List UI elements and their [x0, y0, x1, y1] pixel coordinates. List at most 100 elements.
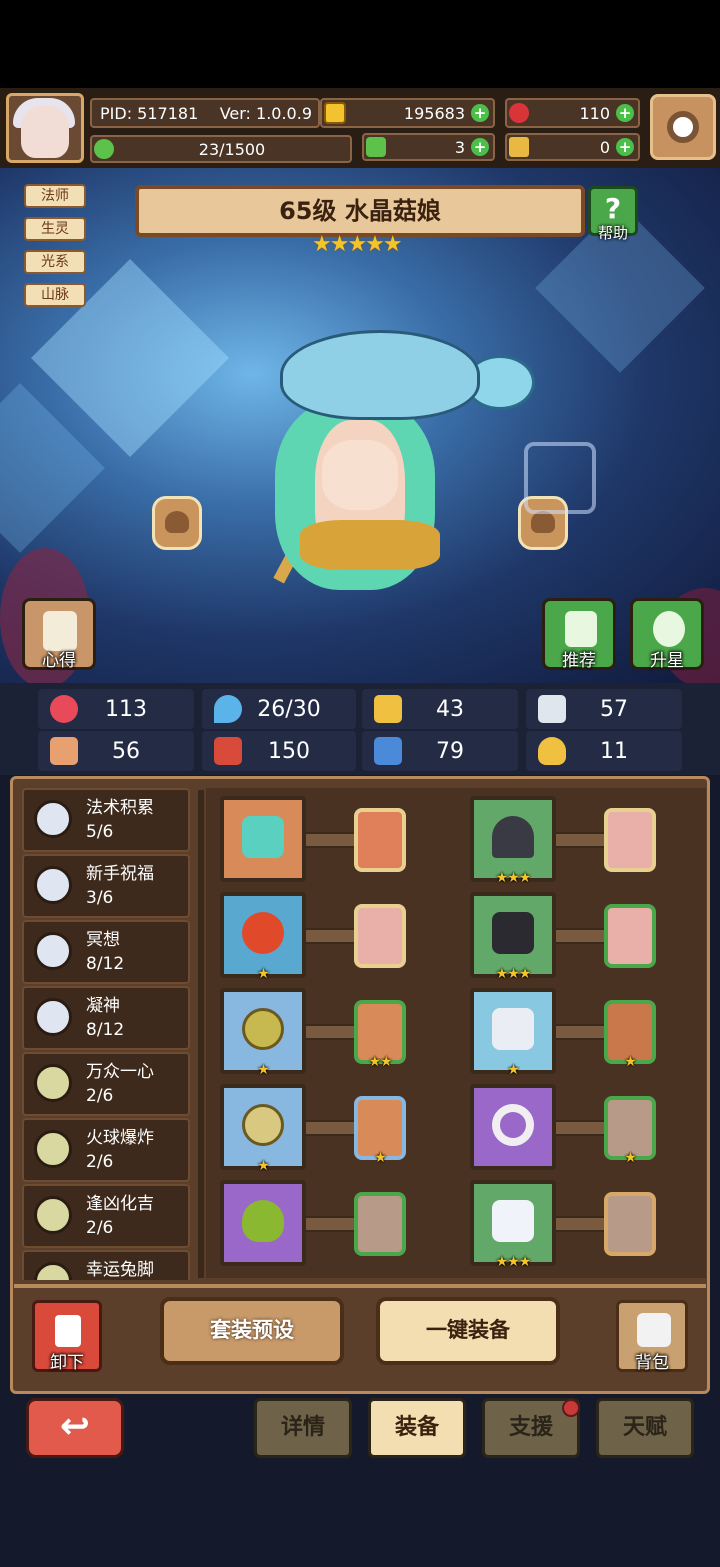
- equip-card[interactable]: [604, 904, 656, 968]
- skill-item[interactable]: 新手祝福 3/6: [22, 854, 190, 918]
- skill-icon: [34, 1262, 72, 1280]
- necklace-icon: [242, 1008, 284, 1050]
- tab-talent[interactable]: 天赋: [596, 1398, 694, 1458]
- gold-coin-icon: [324, 102, 346, 124]
- character-hat: [280, 330, 480, 420]
- arrow-down-icon: [55, 1315, 81, 1347]
- question-icon: ?: [604, 192, 622, 225]
- equip-slot-boots[interactable]: ★: [470, 988, 556, 1078]
- equip-card[interactable]: ★: [604, 1000, 656, 1070]
- recommend-button[interactable]: 推荐: [542, 598, 616, 671]
- equip-card[interactable]: ★★: [354, 1000, 406, 1070]
- return-arrow-icon: ↩: [59, 1406, 91, 1447]
- skill-icon: [34, 800, 72, 838]
- heart-coin-icon: [531, 511, 555, 533]
- back-button[interactable]: ↩: [26, 1398, 124, 1458]
- skill-icon: [34, 866, 72, 904]
- backpack-icon: [637, 1313, 671, 1347]
- status-area: [0, 0, 720, 88]
- panel-separator: [14, 1284, 706, 1288]
- skill-item[interactable]: 万众一心 2/6: [22, 1052, 190, 1116]
- character-skirt: [300, 520, 440, 570]
- scroll-icon: [43, 611, 77, 651]
- tag-class[interactable]: 法师: [24, 184, 86, 208]
- version-text: Ver: 1.0.0.9: [219, 103, 312, 123]
- key-value: 0: [599, 137, 610, 157]
- pid-bar: PID: 517181 Ver: 1.0.0.9: [90, 98, 320, 128]
- notification-dot: [562, 1399, 580, 1417]
- equip-slot-wand[interactable]: [220, 796, 306, 882]
- help-label: 帮助: [597, 224, 628, 242]
- heart-coin-icon: [165, 511, 189, 533]
- clover-exp-icon: [94, 139, 114, 159]
- star-up-button[interactable]: 升星: [630, 598, 704, 671]
- fire-orb-icon: [242, 912, 284, 954]
- boots-icon: [492, 1008, 534, 1050]
- skill-item[interactable]: 法术积累 5/6: [22, 788, 190, 852]
- skill-icon: [34, 998, 72, 1036]
- gem-add-icon[interactable]: +: [616, 104, 634, 122]
- skill-icon: [34, 1196, 72, 1234]
- equip-slot-orb[interactable]: ★: [220, 892, 306, 982]
- equip-slot-coin[interactable]: ★: [220, 1084, 306, 1174]
- equip-slot-shoes[interactable]: ★★★: [470, 1180, 556, 1270]
- tag-terrain[interactable]: 山脉: [24, 283, 86, 307]
- prev-hero-button[interactable]: [152, 496, 202, 550]
- green-gem-icon: [242, 1200, 284, 1242]
- unload-button[interactable]: 卸下: [32, 1300, 102, 1373]
- gear-icon: [667, 111, 699, 143]
- witch-hat-icon: [492, 816, 534, 858]
- equip-slot-gem[interactable]: [220, 1180, 306, 1266]
- tag-element[interactable]: 光系: [24, 250, 86, 274]
- skill-item[interactable]: 逢凶化吉 2/6: [22, 1184, 190, 1248]
- settings-button[interactable]: [650, 94, 716, 160]
- auto-equip-button[interactable]: 一键装备: [376, 1297, 560, 1365]
- hero-star-rating: ★★★★★: [312, 232, 403, 257]
- equip-card[interactable]: [604, 1192, 656, 1256]
- stat-speed: 57: [526, 689, 682, 729]
- equip-card[interactable]: [604, 808, 656, 872]
- equip-card[interactable]: ★: [604, 1096, 656, 1166]
- clover-value: 3: [454, 137, 465, 157]
- preset-button[interactable]: 套装预设: [160, 1297, 344, 1365]
- pid-text: PID: 517181: [100, 103, 199, 123]
- equip-slot-hat[interactable]: ★★★: [470, 796, 556, 886]
- tag-race[interactable]: 生灵: [24, 217, 86, 241]
- skill-item[interactable]: 火球爆炸 2/6: [22, 1118, 190, 1182]
- tab-details[interactable]: 详情: [254, 1398, 352, 1458]
- key-bar: 0 +: [505, 133, 640, 161]
- equip-slot-ring[interactable]: [470, 1084, 556, 1170]
- hero-title: 65级 水晶菇娘: [135, 185, 585, 237]
- skill-list[interactable]: 法术积累 5/6 新手祝福 3/6 冥想 8/12 凝神 8/12 万众一心 2/6 火球…: [22, 788, 192, 1280]
- recommend-label: 推荐: [562, 651, 596, 671]
- gold-bar: 195683 +: [320, 98, 495, 128]
- skill-item[interactable]: 幸运兔脚: [22, 1250, 190, 1280]
- clover-icon: [366, 137, 386, 157]
- skill-icon: [34, 932, 72, 970]
- equip-slot-armor[interactable]: ★★★: [470, 892, 556, 982]
- equip-slot-necklace[interactable]: ★: [220, 988, 306, 1078]
- shoes-icon: [492, 1200, 534, 1242]
- equip-card[interactable]: ★: [354, 1096, 406, 1166]
- thumbs-up-icon: [565, 611, 597, 647]
- skill-icon: [34, 1064, 72, 1102]
- bag-button[interactable]: 背包: [616, 1300, 688, 1373]
- skill-item[interactable]: 凝神 8/12: [22, 986, 190, 1050]
- equip-card[interactable]: [354, 1192, 406, 1256]
- stat-magic: 150: [202, 731, 356, 771]
- equip-card[interactable]: [354, 904, 406, 968]
- insight-button[interactable]: 心得: [22, 598, 96, 671]
- gold-add-icon[interactable]: +: [471, 104, 489, 122]
- skill-icon: [34, 1130, 72, 1168]
- gem-value: 110: [579, 103, 610, 123]
- clover-add-icon[interactable]: +: [471, 138, 489, 156]
- key-add-icon[interactable]: +: [616, 138, 634, 156]
- skill-item[interactable]: 冥想 8/12: [22, 920, 190, 984]
- tab-equip[interactable]: 装备: [368, 1398, 466, 1458]
- stat-mana: 26/30: [202, 689, 356, 729]
- player-avatar[interactable]: [6, 93, 84, 163]
- equipment-grid: ★★★ ★ ★★★ ★ ★★ ★ ★ ★ ★ ★ ★★★: [206, 788, 706, 1278]
- skin-toggle-icon[interactable]: [524, 442, 596, 514]
- spellbook-icon: [214, 737, 242, 765]
- equip-card[interactable]: [354, 808, 406, 872]
